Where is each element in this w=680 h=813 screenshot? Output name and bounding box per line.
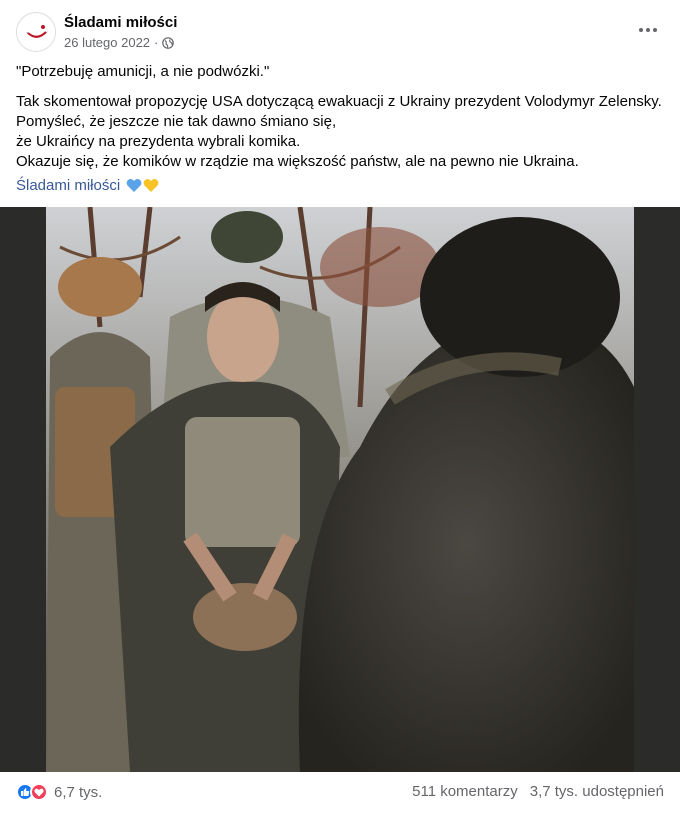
- post-text-line: że Ukraińcy na prezydenta wybrali komika…: [16, 133, 301, 150]
- signature-link[interactable]: Śladami miłości: [16, 177, 120, 194]
- post-text-line: "Potrzebuję amunicji, a nie podwózki.": [16, 63, 270, 80]
- post-text-line: Okazuje się, że komików w rządzie ma wię…: [16, 153, 579, 170]
- page-logo-icon: [18, 14, 55, 51]
- yellow-heart-icon: [143, 178, 159, 192]
- page-name-link[interactable]: Śladami miłości: [64, 14, 177, 31]
- post-meta: 26 lutego 2022 ·: [64, 35, 175, 50]
- signature: Śladami miłości: [16, 177, 159, 194]
- comments-count[interactable]: 511 komentarzy: [412, 783, 518, 800]
- page-avatar[interactable]: [16, 12, 56, 52]
- engagement-stats: 511 komentarzy 3,7 tys. udostępnień: [412, 783, 664, 800]
- post-footer: 6,7 tys. 511 komentarzy 3,7 tys. udostęp…: [16, 783, 664, 807]
- blue-heart-icon: [126, 178, 142, 192]
- love-icon: [30, 783, 48, 801]
- post-photo[interactable]: [0, 207, 680, 772]
- signature-hearts: [126, 178, 159, 193]
- post-message: "Potrzebuję amunicji, a nie podwózki." T…: [16, 62, 664, 172]
- globe-icon: [162, 36, 175, 49]
- reaction-count[interactable]: 6,7 tys.: [54, 784, 102, 801]
- post-header: Śladami miłości 26 lutego 2022 ·: [16, 12, 664, 54]
- post-date[interactable]: 26 lutego 2022: [64, 35, 150, 50]
- more-options-icon[interactable]: [636, 20, 660, 40]
- date-separator: ·: [154, 35, 159, 50]
- photo-soldiers-forest: [0, 207, 680, 772]
- post-text-line: Tak skomentował propozycję USA dotyczącą…: [16, 93, 662, 110]
- post-text-line: Pomyśleć, że jeszcze nie tak dawno śmian…: [16, 113, 337, 130]
- shares-count[interactable]: 3,7 tys. udostępnień: [530, 783, 664, 800]
- reactions-summary[interactable]: 6,7 tys.: [16, 783, 102, 801]
